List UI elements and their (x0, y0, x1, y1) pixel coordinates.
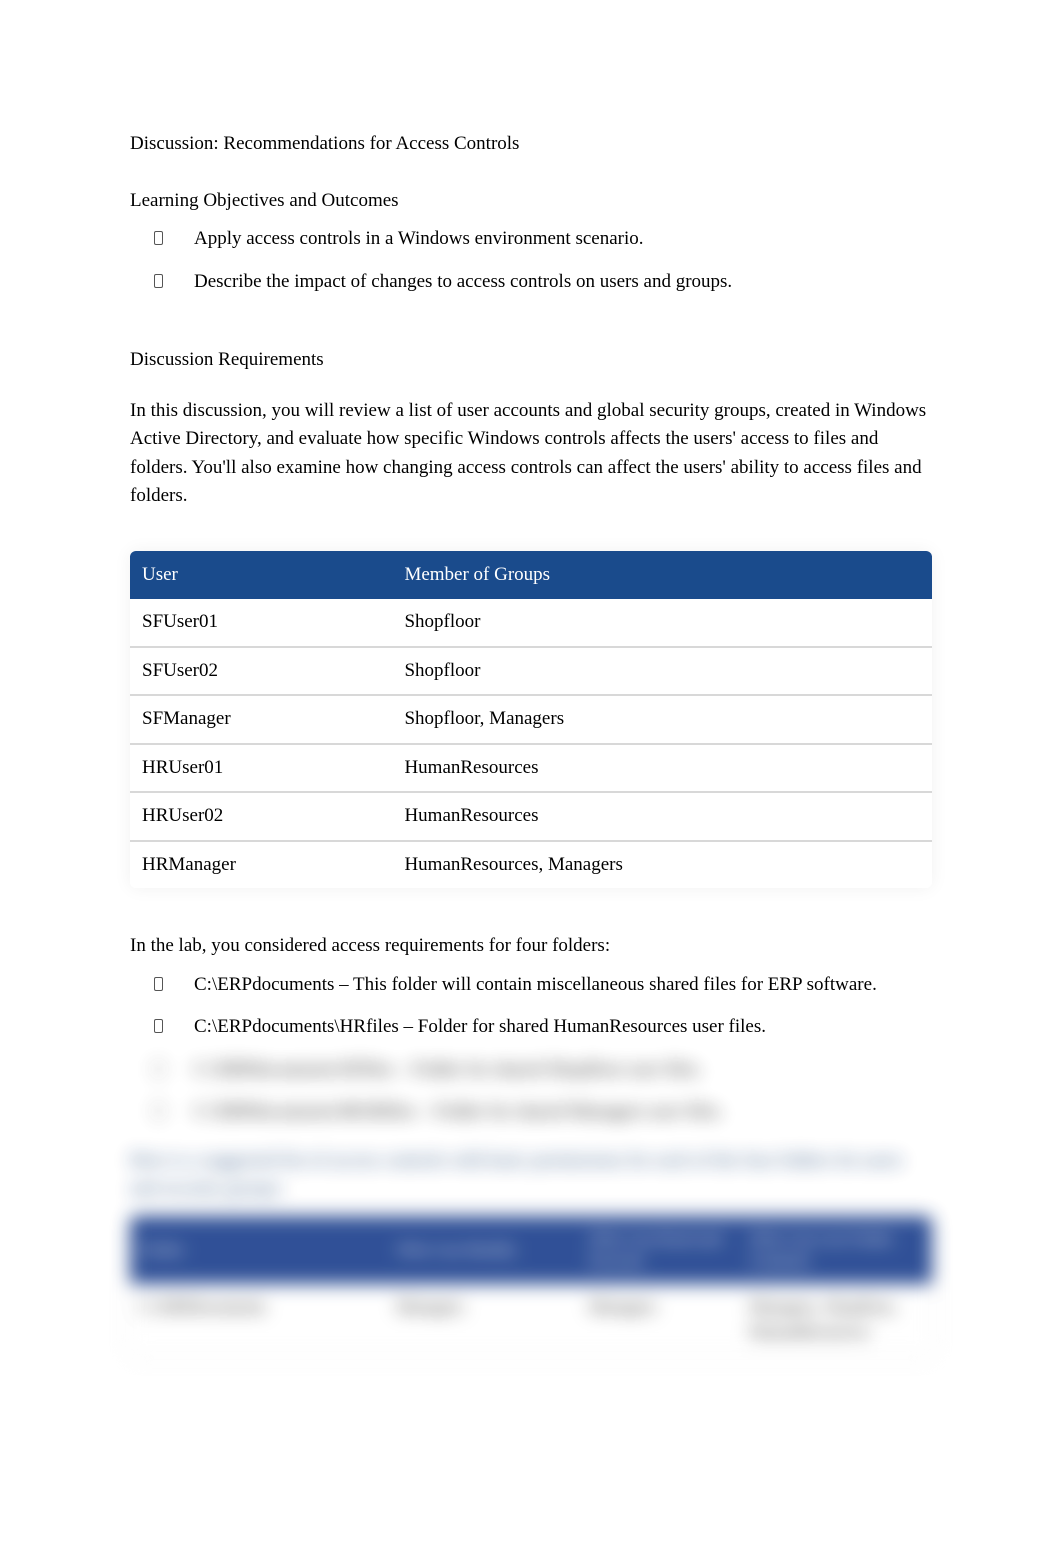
cell-groups: Shopfloor (392, 599, 932, 647)
table-header-row: User Member of Groups (130, 551, 932, 600)
lab-intro-paragraph: In the lab, you considered access requir… (130, 932, 932, 961)
cell-read-execute: Managers (579, 1284, 739, 1355)
table-row: HRManager HumanResources, Managers (130, 841, 932, 889)
intro-paragraph: In this discussion, you will review a li… (130, 397, 932, 511)
cell-modify: Managers (387, 1284, 579, 1355)
cell-groups: HumanResources, Managers (392, 841, 932, 889)
cell-groups: HumanResources (392, 744, 932, 793)
table-row: SFUser02 Shopfloor (130, 647, 932, 696)
cell-user: SFUser01 (130, 599, 392, 647)
folder-list: C:\ERPdocuments – This folder will conta… (130, 971, 932, 1042)
column-header-modify: Who Can Modify (387, 1216, 579, 1284)
list-item: C:\ERPdocuments\MGRfiles – Folder for sh… (154, 1098, 932, 1127)
cell-user: HRUser01 (130, 744, 392, 793)
list-item: C:\ERPdocuments – This folder will conta… (154, 971, 932, 1000)
cell-user: HRManager (130, 841, 392, 889)
column-header-folder: Folder (130, 1216, 387, 1284)
list-item: Describe the impact of changes to access… (154, 268, 932, 297)
table-row: HRUser02 HumanResources (130, 792, 932, 841)
permissions-table-container: Folder Who Can Modify Who Can Read and E… (130, 1216, 932, 1355)
column-header-list: Who Can List Folder Contents (739, 1216, 932, 1284)
column-header-groups: Member of Groups (392, 551, 932, 600)
section-heading-objectives: Learning Objectives and Outcomes (130, 187, 932, 216)
cell-groups: Shopfloor, Managers (392, 695, 932, 744)
table-row: SFManager Shopfloor, Managers (130, 695, 932, 744)
table-row: HRUser01 HumanResources (130, 744, 932, 793)
table-header-row: Folder Who Can Modify Who Can Read and E… (130, 1216, 932, 1284)
page-title: Discussion: Recommendations for Access C… (130, 130, 932, 159)
blurred-content-region: C:\ERPdocuments\SFfiles – Folder for sha… (130, 1056, 932, 1355)
user-groups-table: User Member of Groups SFUser01 Shopfloor… (130, 551, 932, 889)
objectives-list: Apply access controls in a Windows envir… (130, 225, 932, 296)
cell-user: SFUser02 (130, 647, 392, 696)
list-item: C:\ERPdocuments\HRfiles – Folder for sha… (154, 1013, 932, 1042)
column-header-read-execute: Who Can Read and Execute (579, 1216, 739, 1284)
cell-user: SFManager (130, 695, 392, 744)
table-row: C:\ERPdocuments Managers Managers Manage… (130, 1284, 932, 1355)
section-heading-requirements: Discussion Requirements (130, 346, 932, 375)
folder-list-blurred: C:\ERPdocuments\SFfiles – Folder for sha… (130, 1056, 932, 1127)
blurred-paragraph: Here is a suggested list of access contr… (130, 1147, 932, 1204)
column-header-user: User (130, 551, 392, 600)
cell-list: Managers, Shopfloor, HumanResources (739, 1284, 932, 1355)
cell-folder: C:\ERPdocuments (130, 1284, 387, 1355)
cell-groups: HumanResources (392, 792, 932, 841)
cell-groups: Shopfloor (392, 647, 932, 696)
user-groups-table-container: User Member of Groups SFUser01 Shopfloor… (130, 551, 932, 889)
list-item: C:\ERPdocuments\SFfiles – Folder for sha… (154, 1056, 932, 1085)
table-row: SFUser01 Shopfloor (130, 599, 932, 647)
cell-user: HRUser02 (130, 792, 392, 841)
permissions-table: Folder Who Can Modify Who Can Read and E… (130, 1216, 932, 1355)
list-item: Apply access controls in a Windows envir… (154, 225, 932, 254)
